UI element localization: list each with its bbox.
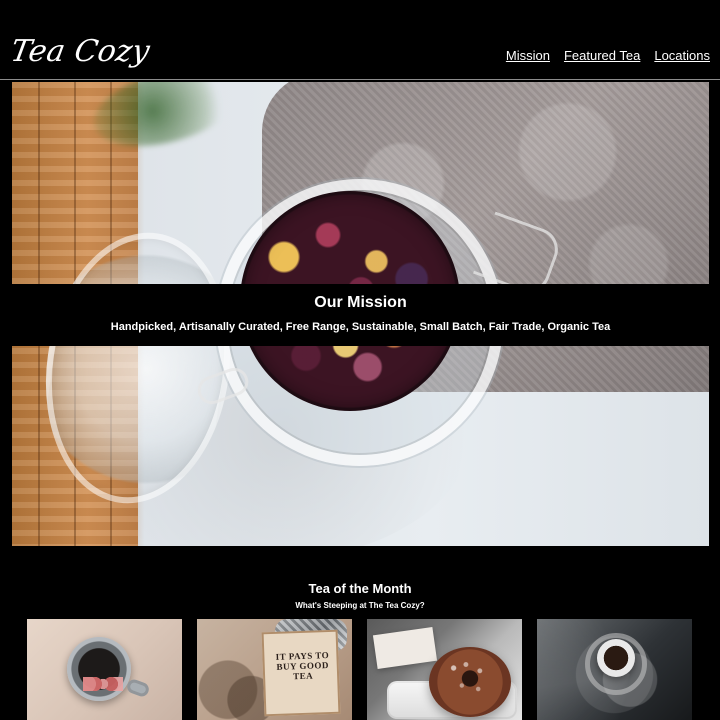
- tea-thumbnail-4[interactable]: [537, 619, 692, 720]
- site-header: Tea Cozy Mission Featured Tea Locations: [0, 0, 720, 80]
- tea-mug: [67, 637, 131, 701]
- primary-nav: Mission Featured Tea Locations: [506, 47, 710, 65]
- tea-of-month-subtitle: What's Steeping at The Tea Cozy?: [295, 601, 425, 610]
- tea-cup: [597, 639, 635, 677]
- crate-label: IT PAYS TO BUY GOOD TEA: [275, 650, 330, 682]
- tea-thumbnails: IT PAYS TO BUY GOOD TEA: [27, 619, 693, 720]
- berries: [83, 677, 123, 691]
- donut: [429, 647, 511, 717]
- nav-link-featured-tea[interactable]: Featured Tea: [564, 47, 640, 65]
- tea-thumbnail-2[interactable]: IT PAYS TO BUY GOOD TEA: [197, 619, 352, 720]
- nav-link-mission[interactable]: Mission: [506, 47, 550, 65]
- tea-of-month-title: Tea of the Month: [308, 581, 412, 596]
- tea-thumbnail-1[interactable]: [27, 619, 182, 720]
- mission-band: Our Mission Handpicked, Artisanally Cura…: [12, 284, 709, 346]
- site-logo[interactable]: Tea Cozy: [7, 31, 153, 73]
- tea-thumbnail-3[interactable]: [367, 619, 522, 720]
- tea-tag: [372, 626, 438, 670]
- tea-crate: IT PAYS TO BUY GOOD TEA: [261, 629, 341, 717]
- mug-handle: [125, 677, 151, 699]
- mission-title: Our Mission: [314, 294, 407, 311]
- mission-subtitle: Handpicked, Artisanally Curated, Free Ra…: [110, 321, 611, 333]
- nav-link-locations[interactable]: Locations: [654, 47, 710, 65]
